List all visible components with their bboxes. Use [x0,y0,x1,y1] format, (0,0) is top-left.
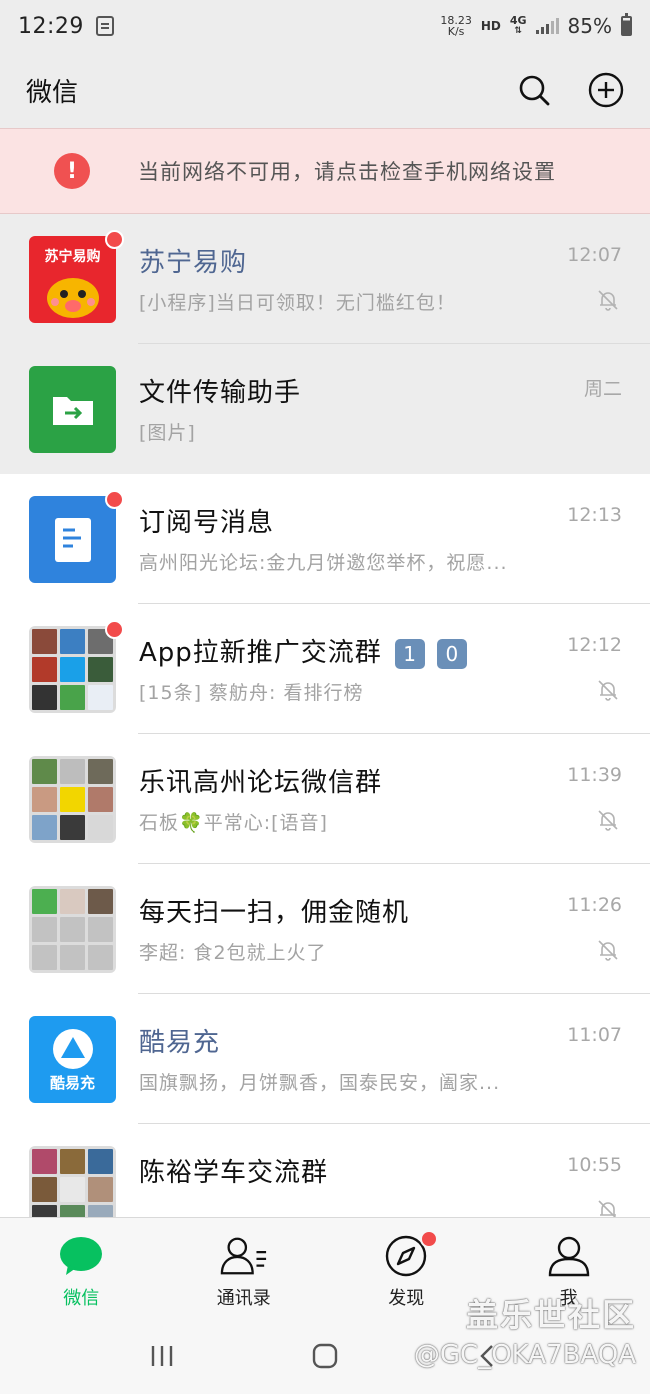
hd-indicator: HD [480,19,501,33]
chat-preview: 国旗飘扬，月饼飘香，国泰民安，阖家... [139,1072,501,1094]
chat-row-file-transfer[interactable]: 文件传输助手 [图片] 周二 [0,344,650,474]
chat-name: 乐讯高州论坛微信群 [139,768,383,798]
document-icon [54,517,91,562]
chat-time: 周二 [583,378,622,400]
avatar-label: 苏宁易购 [44,249,101,265]
chat-preview: [小程序]当日可领取！无门槛红包！ [139,292,456,314]
network-type: 4G [509,14,527,27]
watermark-brand: 盖乐世社区 [465,1296,636,1334]
chat-name: 酷易充 [139,1028,221,1058]
unread-dot [105,230,124,249]
avatar [29,496,116,583]
recent-apps-icon[interactable] [142,1336,182,1376]
chat-bubble-icon [57,1232,105,1280]
document-notification-icon [95,16,114,36]
chat-time: 11:39 [567,764,622,786]
mute-bell-icon [598,290,618,311]
unread-dot [105,620,124,639]
tab-label: 通讯录 [216,1288,271,1309]
chat-row-lexun-forum-group[interactable]: 乐讯高州论坛微信群 石板🍀平常心:[语音] 11:39 [0,734,650,864]
chat-name: App拉新推广交流群 1 0 [139,632,468,669]
folder-arrow-icon [52,396,93,425]
status-time: 12:29 [18,13,84,39]
chat-name: 陈裕学车交流群 [139,1158,329,1188]
chat-name: 文件传输助手 [139,378,302,408]
battery-percent: 85% [567,14,612,38]
chat-preview: 李超: 食2包就上火了 [139,942,327,964]
triangle-logo-icon [53,1029,93,1069]
chat-row-subscriptions[interactable]: 订阅号消息 高州阳光论坛:金九月饼邀您举杯，祝愿... 12:13 [0,474,650,604]
network-alert-text: 当前网络不可用，请点击检查手机网络设置 [138,160,556,184]
chat-time: 12:12 [567,634,622,656]
mute-bell-icon [598,1200,617,1217]
tab-label: 发现 [388,1288,425,1309]
person-icon [545,1232,593,1280]
chat-row-daily-scan-group[interactable]: 每天扫一扫，佣金随机 李超: 食2包就上火了 11:26 [0,864,650,994]
chat-time: 11:07 [567,1024,622,1046]
keycap-badge: 0 [437,638,468,669]
chat-time: 12:13 [567,504,622,526]
tab-label: 微信 [63,1288,100,1309]
preview-sender-part: 石板 [139,812,180,834]
status-indicators: 18.23 K/s HD 4G ⇅ 85% [440,13,632,38]
lion-mascot-icon [47,278,99,318]
chat-row-suning[interactable]: 苏宁易购 苏宁易购 [小程序]当日可领取！无门槛红包！ 12:07 [0,214,650,344]
chat-preview: 石板🍀平常心:[语音] [139,808,328,835]
keycap-badge: 1 [395,638,426,669]
chat-name: 订阅号消息 [139,508,275,538]
watermark-handle: @GC_OKA7BAQA [413,1340,636,1370]
chat-time: 10:55 [567,1154,622,1176]
page-title: 微信 [26,77,79,108]
chat-preview: [15条] 蔡舫舟: 看排行榜 [139,682,364,704]
group-avatar [29,756,116,843]
chat-row-driving-school-group[interactable]: 陈裕学车交流群 10:55 [0,1124,650,1217]
signal-icon [535,18,559,34]
network-speed: 18.23 K/s [440,15,472,37]
mute-bell-icon [598,810,618,831]
group-avatar [29,1146,116,1217]
chat-preview: [图片] [139,422,196,444]
chat-time: 12:07 [567,244,622,266]
chat-name: 每天扫一扫，佣金随机 [139,898,410,928]
avatar [29,366,116,453]
unread-dot [105,490,124,509]
avatar: 酷易充 [29,1016,116,1103]
app-header: 微信 [0,52,650,128]
clover-emoji-icon: 🍀 [179,812,204,834]
tab-discover[interactable]: 发现 [325,1218,488,1317]
group-avatar [29,626,116,713]
search-icon[interactable] [516,72,552,108]
discover-unread-dot [420,1230,439,1248]
chat-list: 苏宁易购 苏宁易购 [小程序]当日可领取！无门槛红包！ 12:07 文件传输助手… [0,214,650,1217]
contacts-icon [220,1232,268,1280]
exclamation-icon: ! [54,153,90,189]
chat-row-kuyichong[interactable]: 酷易充 酷易充 国旗飘扬，月饼飘香，国泰民安，阖家... 11:07 [0,994,650,1124]
status-bar: 12:29 18.23 K/s HD 4G ⇅ 85% [0,0,650,52]
network-speed-unit: K/s [447,25,465,38]
chat-preview: 高州阳光论坛:金九月饼邀您举杯，祝愿... [139,552,508,574]
avatar: 苏宁易购 [29,236,116,323]
home-icon[interactable] [305,1336,345,1376]
preview-message-part: 平常心:[语音] [203,812,328,834]
network-alert-banner[interactable]: ! 当前网络不可用，请点击检查手机网络设置 [0,128,650,214]
chat-time: 11:26 [567,894,622,916]
battery-icon [621,13,632,36]
plus-circle-icon[interactable] [588,72,624,108]
mute-bell-icon [598,940,618,961]
tab-chats[interactable]: 微信 [0,1218,163,1317]
chat-name: 苏宁易购 [139,248,248,278]
mute-bell-icon [598,680,618,701]
avatar-label: 酷易充 [49,1074,95,1092]
tab-contacts[interactable]: 通讯录 [163,1218,326,1317]
group-avatar [29,886,116,973]
chat-row-app-promo-group[interactable]: App拉新推广交流群 1 0 [15条] 蔡舫舟: 看排行榜 12:12 [0,604,650,734]
chat-name-text: App拉新推广交流群 [139,638,382,668]
network-type-icon: 4G ⇅ [509,14,527,36]
